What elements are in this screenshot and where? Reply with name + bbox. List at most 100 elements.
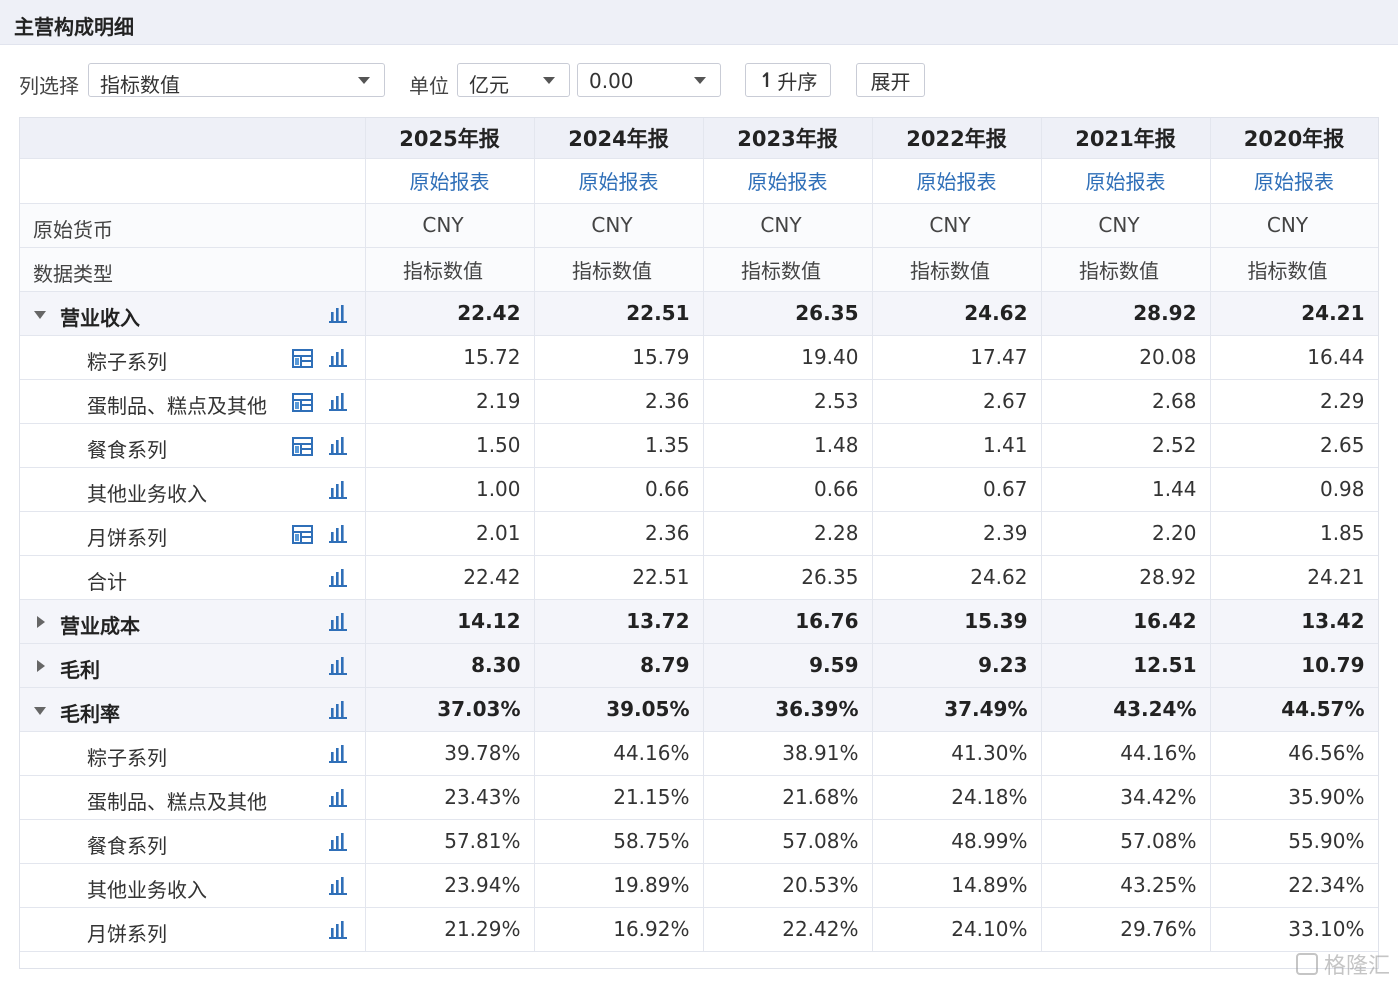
value-cell: 29.76% xyxy=(1040,906,1211,952)
unit-select[interactable]: 亿元 xyxy=(457,63,570,97)
bar-chart-icon[interactable] xyxy=(328,392,348,412)
original-report-link[interactable]: 原始报表 xyxy=(533,157,704,204)
value-cell: 43.24% xyxy=(1040,686,1211,732)
bar-chart-icon[interactable] xyxy=(328,920,348,940)
value-cell: 17.47 xyxy=(871,334,1042,380)
value-cell: 16.44 xyxy=(1209,334,1378,380)
row-label: 粽子系列 xyxy=(87,349,167,374)
row-label: 粽子系列 xyxy=(87,745,167,770)
value-cell: 21.29% xyxy=(364,906,535,952)
bar-chart-icon[interactable] xyxy=(328,788,348,808)
original-report-link[interactable]: 原始报表 xyxy=(1209,157,1378,204)
header-corner xyxy=(20,118,366,159)
chevron-down-icon xyxy=(543,77,555,84)
row-label: 毛利 xyxy=(60,657,100,682)
info-cell: 指标数值 xyxy=(1209,246,1378,292)
column-header[interactable]: 2025年报 xyxy=(364,118,535,159)
value-cell: 19.40 xyxy=(702,334,873,380)
value-cell: 9.59 xyxy=(702,642,873,688)
caret-right-icon[interactable] xyxy=(37,615,45,628)
value-cell: 28.92 xyxy=(1040,290,1211,336)
value-cell: 20.53% xyxy=(702,862,873,908)
row-label: 其他业务收入 xyxy=(87,877,207,902)
info-cell: CNY xyxy=(702,202,873,248)
table-row: 合计 22.42 22.51 26.35 24.62 28.92 24.21 xyxy=(20,554,1378,600)
column-header[interactable]: 2024年报 xyxy=(533,118,704,159)
data-table-grid: 2025年报 2024年报 2023年报 2022年报 2021年报 2020年报 原始报表… xyxy=(20,118,1378,952)
value-cell: 41.30% xyxy=(871,730,1042,776)
column-select-label: 列选择 xyxy=(19,74,79,98)
value-cell: 57.08% xyxy=(1040,818,1211,864)
table-row: 其他业务收入 1.00 0.66 0.66 0.67 1.44 0.98 xyxy=(20,466,1378,512)
row-label-cell: 蛋制品、糕点及其他 xyxy=(20,774,366,820)
value-cell: 39.78% xyxy=(364,730,535,776)
composition-icon[interactable] xyxy=(292,524,313,544)
bar-chart-icon[interactable] xyxy=(328,436,348,456)
bar-chart-icon[interactable] xyxy=(328,304,348,324)
value-cell: 20.08 xyxy=(1040,334,1211,380)
value-cell: 28.92 xyxy=(1040,554,1211,600)
value-cell: 0.66 xyxy=(702,466,873,512)
format-select[interactable]: 0.00 xyxy=(577,63,721,97)
value-cell: 1.44 xyxy=(1040,466,1211,512)
info-cell: 指标数值 xyxy=(871,246,1042,292)
original-report-link[interactable]: 原始报表 xyxy=(364,157,535,204)
composition-icon[interactable] xyxy=(292,348,313,368)
column-header[interactable]: 2020年报 xyxy=(1209,118,1378,159)
value-cell: 33.10% xyxy=(1209,906,1378,952)
bar-chart-icon[interactable] xyxy=(328,524,348,544)
row-label: 营业成本 xyxy=(60,613,140,638)
value-cell: 12.51 xyxy=(1040,642,1211,688)
info-cell: 指标数值 xyxy=(364,246,535,292)
bar-chart-icon[interactable] xyxy=(328,744,348,764)
group-row: 毛利率 37.03% 39.05% 36.39% 37.49% 43.24% 44.57% xyxy=(20,686,1378,732)
value-cell: 2.28 xyxy=(702,510,873,556)
caret-down-icon[interactable] xyxy=(34,310,46,319)
value-cell: 16.42 xyxy=(1040,598,1211,644)
value-cell: 0.98 xyxy=(1209,466,1378,512)
composition-icon[interactable] xyxy=(292,392,313,412)
group-row: 营业成本 14.12 13.72 16.76 15.39 16.42 13.42 xyxy=(20,598,1378,644)
expand-button[interactable]: 展开 xyxy=(856,63,925,97)
group-row: 营业收入 22.42 22.51 26.35 24.62 28.92 24.21 xyxy=(20,290,1378,336)
unit-select-value: 亿元 xyxy=(469,73,509,97)
row-label-cell: 月饼系列 xyxy=(20,510,366,556)
original-report-link[interactable]: 原始报表 xyxy=(1040,157,1211,204)
info-cell: CNY xyxy=(871,202,1042,248)
column-header[interactable]: 2023年报 xyxy=(702,118,873,159)
info-cell: CNY xyxy=(1209,202,1378,248)
value-cell: 9.23 xyxy=(871,642,1042,688)
bar-chart-icon[interactable] xyxy=(328,480,348,500)
column-header[interactable]: 2021年报 xyxy=(1040,118,1211,159)
bar-chart-icon[interactable] xyxy=(328,832,348,852)
toolbar: 列选择 指标数值 单位 亿元 0.00 ↿ 升序 展开 xyxy=(0,60,1398,102)
value-cell: 22.42 xyxy=(364,290,535,336)
info-cell: CNY xyxy=(364,202,535,248)
column-select-value: 指标数值 xyxy=(100,73,180,97)
sort-button[interactable]: ↿ 升序 xyxy=(745,63,831,97)
original-report-link[interactable]: 原始报表 xyxy=(871,157,1042,204)
value-cell: 21.15% xyxy=(533,774,704,820)
bar-chart-icon[interactable] xyxy=(328,656,348,676)
info-cell: 指标数值 xyxy=(533,246,704,292)
column-select[interactable]: 指标数值 xyxy=(88,63,385,97)
caret-down-icon[interactable] xyxy=(34,706,46,715)
value-cell: 2.52 xyxy=(1040,422,1211,468)
column-header[interactable]: 2022年报 xyxy=(871,118,1042,159)
bar-chart-icon[interactable] xyxy=(328,348,348,368)
bar-chart-icon[interactable] xyxy=(328,700,348,720)
original-report-link[interactable]: 原始报表 xyxy=(702,157,873,204)
composition-icon[interactable] xyxy=(292,436,313,456)
bar-chart-icon[interactable] xyxy=(328,612,348,632)
format-select-value: 0.00 xyxy=(589,69,634,93)
bar-chart-icon[interactable] xyxy=(328,568,348,588)
value-cell: 23.94% xyxy=(364,862,535,908)
caret-right-icon[interactable] xyxy=(37,659,45,672)
bar-chart-icon[interactable] xyxy=(328,876,348,896)
value-cell: 1.85 xyxy=(1209,510,1378,556)
value-cell: 44.57% xyxy=(1209,686,1378,732)
value-cell: 21.68% xyxy=(702,774,873,820)
watermark: 格隆汇 xyxy=(1295,948,1390,980)
value-cell: 24.21 xyxy=(1209,290,1378,336)
info-row-label: 原始货币 xyxy=(33,217,113,242)
